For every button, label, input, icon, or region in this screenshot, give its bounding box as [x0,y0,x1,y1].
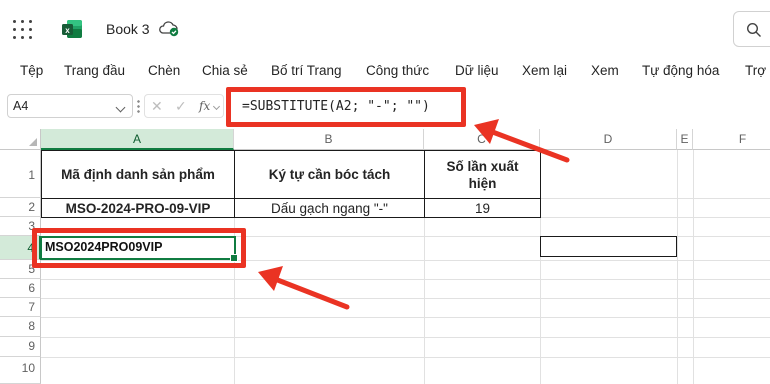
gridline [41,279,770,280]
column-header-d[interactable]: D [540,129,677,150]
tab-data[interactable]: Dữ liệu [455,63,499,78]
cell-a1[interactable]: Mã định danh sản phẩm [41,150,235,199]
row-header-6[interactable]: 6 [0,279,41,298]
gridline [41,317,770,318]
tab-view[interactable]: Xem [591,63,619,78]
tab-page-layout[interactable]: Bố trí Trang [271,63,342,78]
cell-b2[interactable]: Dấu gạch ngang "-" [234,198,425,218]
tab-insert[interactable]: Chèn [148,63,180,78]
search-box[interactable] [733,11,770,47]
tab-automate[interactable]: Tự động hóa [642,63,719,78]
formula-bar-handle[interactable] [137,99,140,113]
excel-logo-icon: x [62,20,82,38]
tab-review[interactable]: Xem lại [522,63,567,78]
gridline [41,298,770,299]
row-header-7[interactable]: 7 [0,298,41,317]
cell-d4[interactable] [540,236,677,257]
result-highlight-box [32,228,246,268]
column-header-e[interactable]: E [677,129,693,150]
cell-c2[interactable]: 19 [424,198,541,218]
column-header-b[interactable]: B [234,129,424,150]
cell-b1[interactable]: Ký tự cần bóc tách [234,150,425,199]
ribbon-tabs: Tệp Trang đầu Chèn Chia sẻ Bố trí Trang … [0,54,770,88]
cell-c1[interactable]: Số lần xuất hiện [424,150,541,199]
tab-file[interactable]: Tệp [20,63,43,78]
insert-function-button[interactable]: fx [199,99,210,113]
formula-tools: ✕ ✓ fx [144,94,224,118]
name-box[interactable]: A4 [7,94,133,118]
gridline [677,150,678,384]
cancel-icon[interactable]: ✕ [151,98,163,115]
row-header-8[interactable]: 8 [0,317,41,337]
select-all-button[interactable] [0,129,41,150]
formula-highlight-box [226,87,466,127]
app-launcher-icon[interactable] [13,20,32,39]
confirm-icon[interactable]: ✓ [175,98,187,115]
row-header-9[interactable]: 9 [0,337,41,357]
gridline [41,337,770,338]
chevron-down-icon[interactable] [115,102,126,113]
search-icon [746,22,761,37]
column-header-a[interactable]: A [41,129,234,150]
workbook-title[interactable]: Book 3 [106,21,150,37]
tab-home[interactable]: Trang đầu [64,63,125,78]
tab-formulas[interactable]: Công thức [366,63,429,78]
row-header-2[interactable]: 2 [0,198,41,217]
row-header-10[interactable]: 10 [0,357,41,384]
column-header-f[interactable]: F [693,129,770,150]
tab-share[interactable]: Chia sẻ [202,63,248,78]
cell-a2[interactable]: MSO-2024-PRO-09-VIP [41,198,235,218]
column-header-c[interactable]: C [424,129,540,150]
gridline [41,357,770,358]
title-bar: x Book 3 [0,0,770,54]
gridline [693,150,694,384]
chevron-down-icon[interactable] [212,102,221,111]
cloud-saved-icon[interactable] [158,19,180,37]
row-header-1[interactable]: 1 [0,150,41,198]
name-box-value: A4 [13,99,29,113]
tab-help[interactable]: Trợ g [745,63,770,78]
svg-text:x: x [65,26,70,35]
